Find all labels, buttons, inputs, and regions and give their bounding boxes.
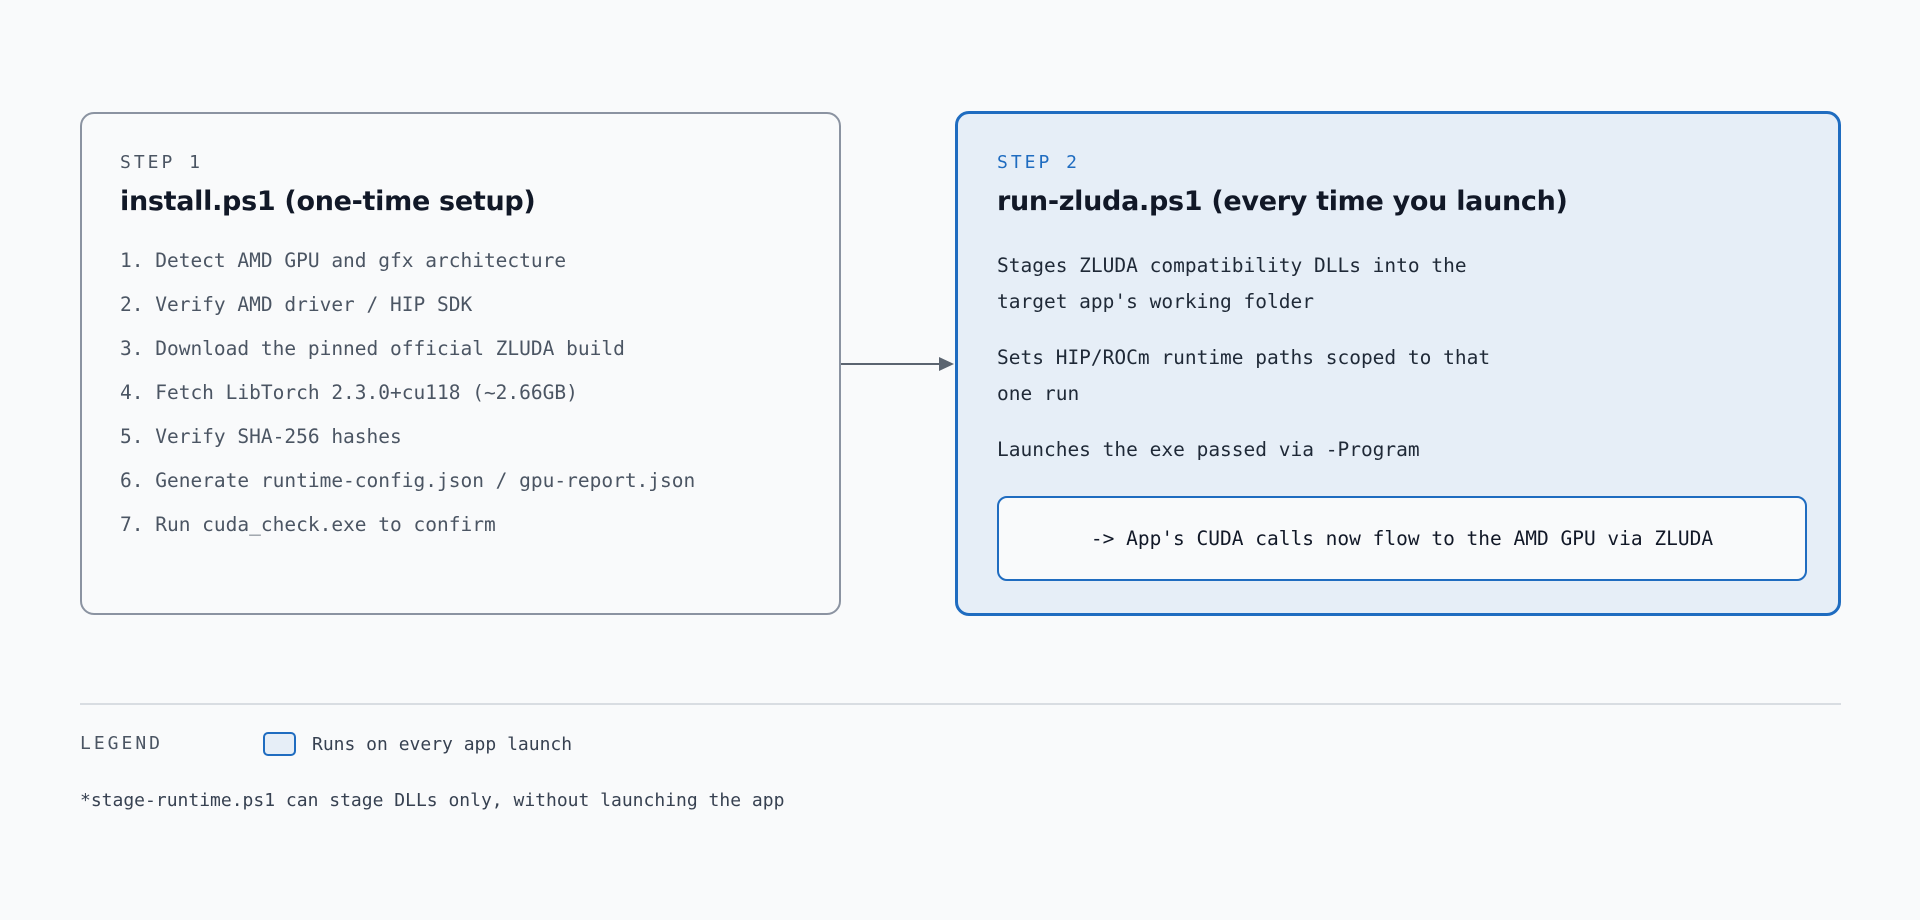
step2-item: Stages ZLUDA compatibility DLLs into the…	[997, 254, 1467, 313]
flow-arrow	[841, 357, 954, 371]
step1-item: 1. Detect AMD GPU and gfx architecture	[120, 249, 567, 272]
step2-title: run-zluda.ps1 (every time you launch)	[997, 186, 1568, 217]
legend-entry-label: Runs on every app launch	[312, 734, 573, 755]
step1-list: 1. Detect AMD GPU and gfx architecture 2…	[120, 248, 695, 556]
step2-list: Stages ZLUDA compatibility DLLs into the…	[997, 248, 1517, 488]
step1-item: 5. Verify SHA-256 hashes	[120, 425, 402, 448]
step1-title: install.ps1 (one-time setup)	[120, 186, 536, 217]
step1-card: STEP 1 install.ps1 (one-time setup) 1. D…	[80, 112, 841, 615]
step1-item: 7. Run cuda_check.exe to confirm	[120, 513, 496, 536]
step2-item: Launches the exe passed via -Program	[997, 438, 1420, 461]
step1-item: 6. Generate runtime-config.json / gpu-re…	[120, 469, 696, 492]
step2-card: STEP 2 run-zluda.ps1 (every time you lau…	[955, 111, 1841, 616]
step2-item: Sets HIP/ROCm runtime paths scoped to th…	[997, 346, 1491, 405]
legend-divider	[80, 703, 1841, 705]
legend-swatch	[263, 732, 296, 756]
step1-label: STEP 1	[120, 152, 204, 173]
result-callout: -> App's CUDA calls now flow to the AMD …	[997, 496, 1807, 581]
footnote: *stage-runtime.ps1 can stage DLLs only, …	[80, 790, 785, 811]
step2-label: STEP 2	[997, 152, 1081, 173]
step1-item: 4. Fetch LibTorch 2.3.0+cu118 (~2.66GB)	[120, 381, 578, 404]
legend-title: LEGEND	[80, 733, 164, 754]
step1-item: 2. Verify AMD driver / HIP SDK	[120, 293, 473, 316]
step1-item: 3. Download the pinned official ZLUDA bu…	[120, 337, 625, 360]
